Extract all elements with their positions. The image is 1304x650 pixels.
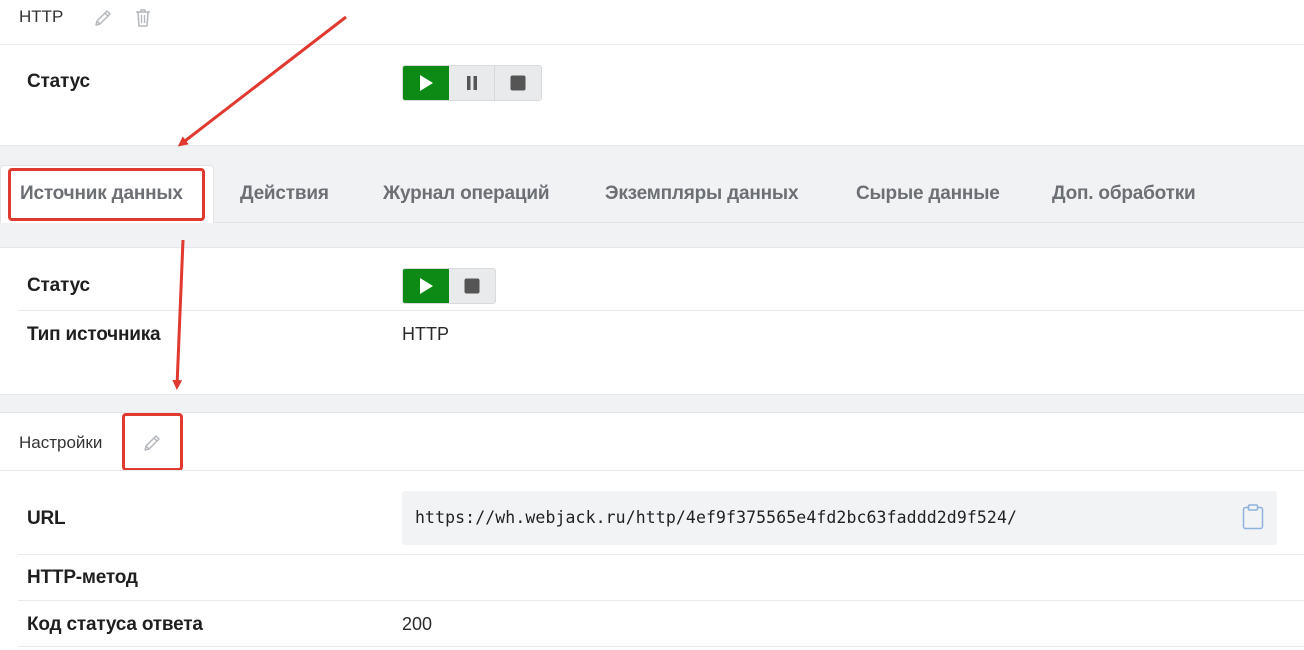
annotation-arrows — [172, 15, 347, 390]
annotation-arrow — [172, 239, 185, 390]
annotation-arrow — [177, 15, 347, 147]
